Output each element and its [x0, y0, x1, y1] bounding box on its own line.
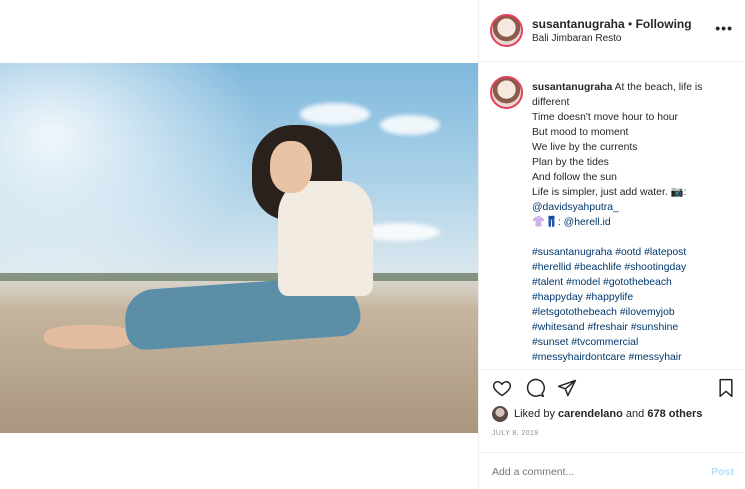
comment-box: Post	[479, 452, 745, 489]
person-feet	[44, 325, 134, 349]
person-shirt	[278, 181, 373, 296]
caption-line: We live by the currents	[532, 142, 638, 153]
horizon-trees	[0, 273, 478, 281]
liker-avatar[interactable]	[492, 406, 508, 422]
post-date[interactable]: JULY 8, 2019	[492, 430, 539, 437]
outfit-credit-mention[interactable]: @herell.id	[564, 217, 611, 228]
caption-section: susantanugraha At the beach, life is dif…	[479, 62, 745, 370]
likes-and: and	[625, 408, 645, 420]
liker-username[interactable]: carendelano	[558, 408, 623, 420]
cloud	[300, 103, 370, 125]
post-header: susantanugraha • Following Bali Jimbaran…	[479, 0, 745, 62]
comment-input[interactable]	[492, 466, 672, 478]
likes-count-link[interactable]: 678 others	[647, 408, 702, 420]
comment-icon[interactable]	[524, 378, 546, 398]
post-photo[interactable]	[0, 63, 478, 433]
paper-plane-icon[interactable]	[556, 378, 578, 398]
author-username[interactable]: susantanugraha	[532, 17, 625, 31]
author-avatar[interactable]	[490, 14, 523, 47]
hashtag-line[interactable]: #talent #model #gotothebeach	[532, 275, 737, 290]
caption-line: And follow the sun	[532, 172, 617, 183]
hashtag-line[interactable]: #sunset #tvcommercial	[532, 335, 737, 350]
caption-author-avatar[interactable]	[490, 76, 523, 109]
photo-credit-mention[interactable]: @davidsyahputra_	[532, 200, 737, 215]
post-sidebar: susantanugraha • Following Bali Jimbaran…	[478, 0, 745, 489]
following-button[interactable]: Following	[636, 17, 692, 31]
post-comment-button[interactable]: Post	[711, 466, 734, 478]
hashtag-line[interactable]: #herellid #beachlife #shootingday	[532, 260, 737, 275]
likes-summary: Liked by carendelano and 678 others	[492, 405, 702, 423]
caption-username[interactable]: susantanugraha	[532, 82, 612, 93]
action-bar	[479, 370, 745, 404]
hashtag-line[interactable]: #susantanugraha #ootd #latepost	[532, 245, 737, 260]
author-line: susantanugraha • Following	[532, 17, 692, 31]
location-link[interactable]: Bali Jimbaran Resto	[532, 33, 621, 44]
likes-prefix: Liked by	[514, 408, 555, 420]
caption-line: Life is simpler, just add water. 📷:	[532, 187, 687, 198]
post-media-pane	[0, 0, 478, 489]
heart-icon[interactable]	[491, 378, 513, 398]
outfit-emoji: 👚👖:	[532, 217, 561, 228]
cloud	[380, 115, 440, 135]
sun-haze	[0, 63, 260, 303]
more-options-icon[interactable]: •••	[715, 20, 733, 36]
hashtag-line[interactable]: #messyhairdontcare #messyhair	[532, 350, 737, 365]
caption-line: But mood to moment	[532, 127, 629, 138]
hashtag-line[interactable]: #happyday #happylife	[532, 290, 737, 305]
separator-dot: •	[628, 17, 633, 31]
caption-text: susantanugraha At the beach, life is dif…	[532, 80, 737, 365]
bookmark-icon[interactable]	[715, 378, 737, 398]
caption-line: Plan by the tides	[532, 157, 609, 168]
hashtag-line[interactable]: #whitesand #freshair #sunshine	[532, 320, 737, 335]
person-face	[270, 141, 312, 193]
caption-line: Time doesn't move hour to hour	[532, 112, 678, 123]
hashtag-line[interactable]: #letsgotothebeach #ilovemyjob	[532, 305, 737, 320]
